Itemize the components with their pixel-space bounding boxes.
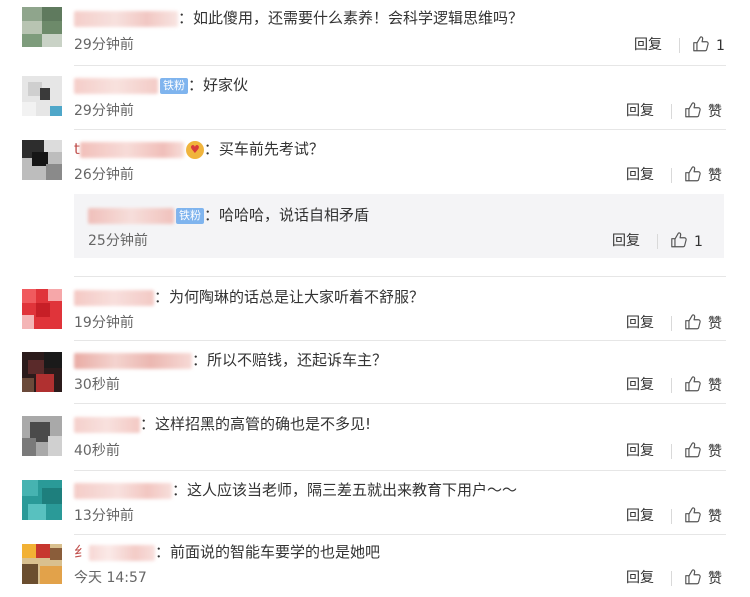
action-separator	[679, 38, 680, 53]
thumbs-up-icon	[684, 506, 702, 524]
comment-text: ：这样招黑的高管的确也是不多见!	[140, 415, 372, 433]
timestamp: 40秒前	[74, 443, 120, 459]
thumbs-up-icon	[684, 375, 702, 393]
reply-button[interactable]: 回复	[612, 231, 640, 251]
reply-button[interactable]: 回复	[634, 35, 662, 55]
fan-badge: 铁粉	[160, 77, 188, 94]
reply-button[interactable]: 回复	[626, 313, 654, 333]
username[interactable]	[74, 352, 192, 369]
like-button[interactable]: 赞	[684, 313, 722, 334]
username[interactable]	[89, 544, 156, 561]
comment-text: ：如此傻用，还需要什么素养！会科学逻辑思维吗？	[178, 9, 524, 27]
like-button[interactable]: 1	[692, 35, 725, 56]
avatar[interactable]	[22, 480, 62, 520]
like-count: 赞	[708, 571, 722, 587]
action-separator	[657, 234, 658, 249]
timestamp: 19分钟前	[74, 315, 134, 331]
thumbs-up-icon	[684, 568, 702, 586]
divider	[74, 276, 726, 277]
like-button[interactable]: 赞	[684, 165, 722, 186]
username[interactable]	[74, 416, 140, 433]
reply-button[interactable]: 回复	[626, 506, 654, 526]
reply-button[interactable]: 回复	[626, 375, 654, 395]
thumbs-up-icon	[684, 441, 702, 459]
action-separator	[671, 104, 672, 119]
vip-emoji-icon: ♥	[185, 140, 204, 159]
action-separator	[671, 444, 672, 459]
timestamp: 29分钟前	[74, 103, 134, 119]
comment-text: ：好家伙	[188, 76, 249, 94]
avatar[interactable]	[22, 7, 62, 47]
comment-text: ：买车前先考试？	[203, 140, 324, 158]
like-count: 赞	[708, 168, 722, 184]
fan-badge: 铁粉	[176, 207, 204, 224]
thumbs-up-icon	[670, 231, 688, 249]
like-count: 1	[716, 38, 725, 54]
divider	[74, 470, 726, 471]
username[interactable]	[74, 289, 154, 306]
reply-button[interactable]: 回复	[626, 101, 654, 121]
avatar[interactable]	[22, 76, 62, 116]
action-separator	[671, 509, 672, 524]
like-count: 赞	[708, 378, 722, 394]
like-count: 1	[694, 234, 703, 250]
timestamp: 25分钟前	[88, 233, 148, 249]
action-separator	[671, 168, 672, 183]
like-button[interactable]: 赞	[684, 101, 722, 122]
username[interactable]	[74, 10, 178, 27]
reply-button[interactable]: 回复	[626, 568, 654, 588]
username[interactable]	[74, 77, 158, 94]
username[interactable]	[88, 207, 174, 224]
divider	[74, 129, 726, 130]
avatar[interactable]	[22, 140, 62, 180]
comment-text: ：为何陶琳的话总是让大家听着不舒服？	[154, 288, 425, 306]
action-separator	[671, 378, 672, 393]
comment-text: ：这人应该当老师，隔三差五就出来教育下用户～～	[172, 481, 518, 499]
timestamp: 30秒前	[74, 377, 120, 393]
like-count: 赞	[708, 444, 722, 460]
avatar[interactable]	[22, 544, 62, 584]
thumbs-up-icon	[692, 35, 710, 53]
timestamp: 13分钟前	[74, 508, 134, 524]
divider	[74, 534, 726, 535]
thumbs-up-icon	[684, 101, 702, 119]
reply-button[interactable]: 回复	[626, 165, 654, 185]
username[interactable]	[74, 482, 172, 499]
reply-button[interactable]: 回复	[626, 441, 654, 461]
divider	[74, 340, 726, 341]
timestamp: 29分钟前	[74, 37, 134, 53]
timestamp: 26分钟前	[74, 167, 134, 183]
username[interactable]	[79, 141, 184, 158]
action-separator	[671, 316, 672, 331]
avatar[interactable]	[22, 289, 62, 329]
like-button[interactable]: 赞	[684, 506, 722, 527]
like-count: 赞	[708, 509, 722, 525]
action-separator	[671, 571, 672, 586]
divider	[74, 403, 726, 404]
divider	[74, 65, 726, 66]
like-count: 赞	[708, 316, 722, 332]
avatar[interactable]	[22, 416, 62, 456]
like-button[interactable]: 赞	[684, 375, 722, 396]
comment-text: ：所以不赔钱，还起诉车主？	[192, 351, 388, 369]
like-count: 赞	[708, 104, 722, 120]
like-button[interactable]: 赞	[684, 441, 722, 462]
avatar[interactable]	[22, 352, 62, 392]
sub-reply: 铁粉 ：哈哈哈，说话自相矛盾 25分钟前 回复 1	[74, 194, 724, 258]
comment-text: ：前面说的智能车要学的也是她吧	[155, 543, 381, 561]
timestamp: 今天 14:57	[74, 570, 147, 586]
comment-text: ：哈哈哈，说话自相矛盾	[204, 206, 370, 224]
thumbs-up-icon	[684, 313, 702, 331]
thumbs-up-icon	[684, 165, 702, 183]
like-button[interactable]: 赞	[684, 568, 722, 589]
like-button[interactable]: 1	[670, 231, 703, 252]
username-initial[interactable]: 纟	[74, 543, 89, 561]
